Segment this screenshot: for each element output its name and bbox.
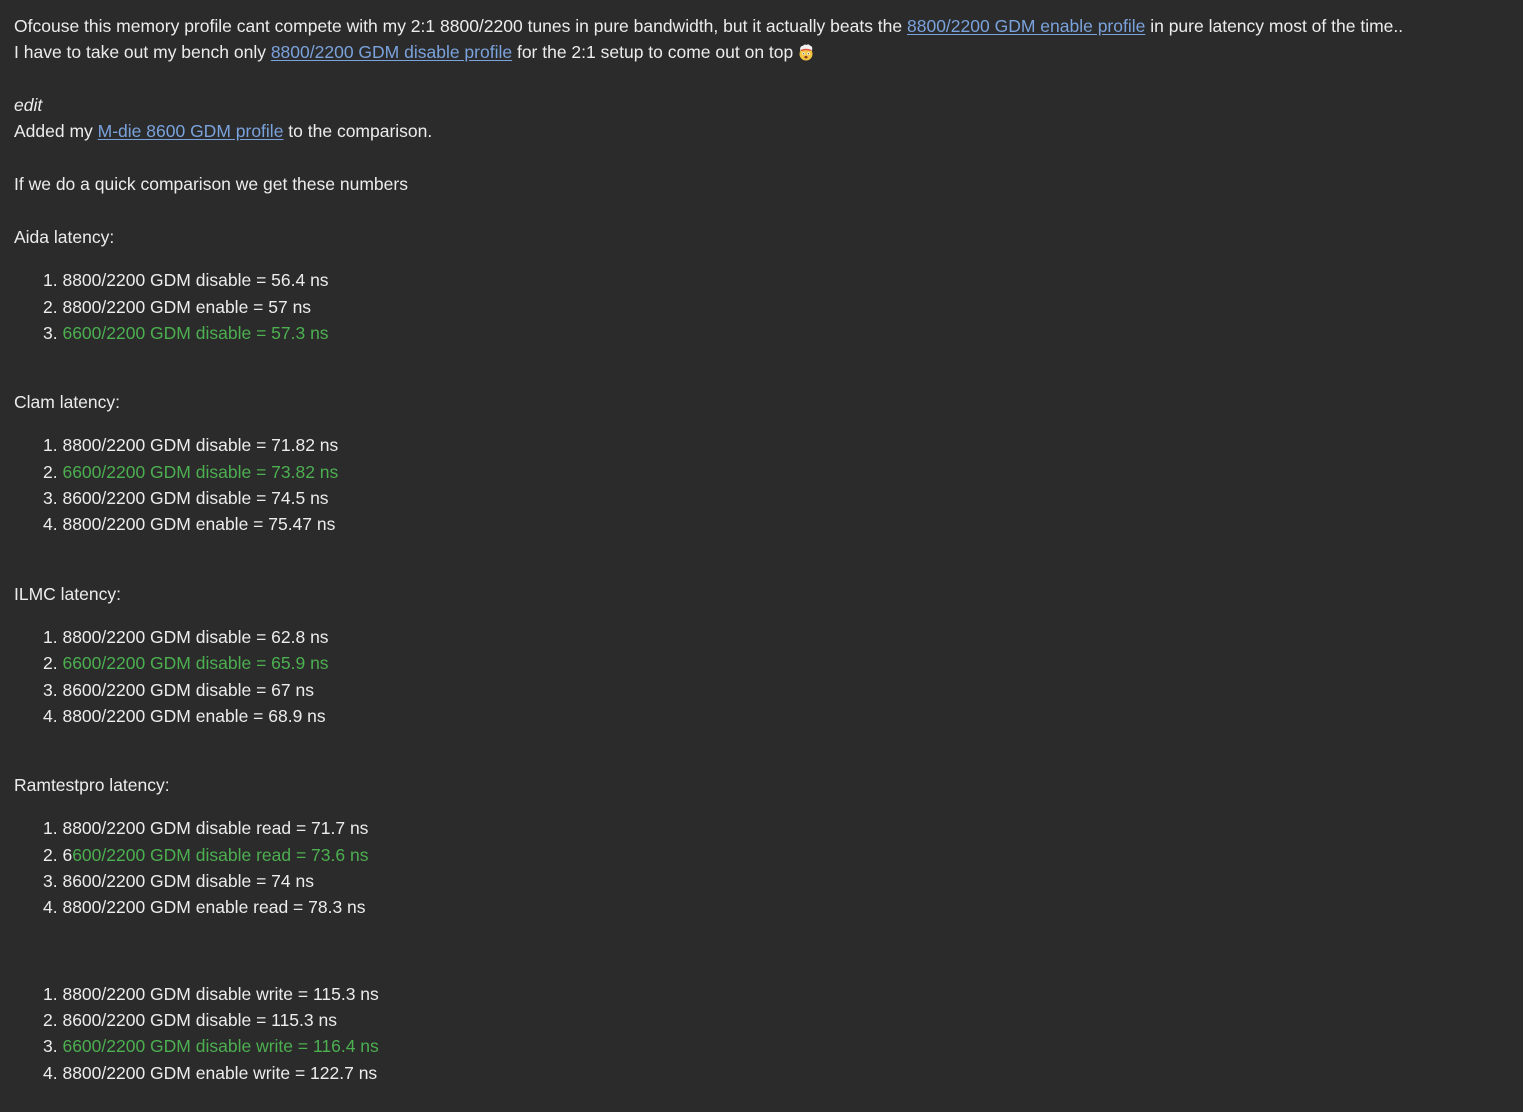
result-number: 3. <box>43 322 63 343</box>
result-number: 2. <box>43 844 63 865</box>
aida-section: Aida latency: 1. 8800/2200 GDM disable =… <box>14 224 1509 346</box>
result-number: 1. <box>43 983 63 1004</box>
exploding-head-icon <box>797 42 815 61</box>
result-number: 3. <box>43 679 63 700</box>
result-item: 2. 6600/2200 GDM disable = 73.82 ns <box>43 459 1509 485</box>
result-number: 1. <box>43 435 63 456</box>
result-highlight: 6600/2200 GDM disable = 65.9 ns <box>62 653 329 674</box>
result-item: 1. 8800/2200 GDM disable = 56.4 ns <box>43 267 1509 293</box>
intro-text: in pure latency most of the time.. <box>1145 16 1404 36</box>
result-text: 8800/2200 GDM enable = 75.47 ns <box>62 514 336 535</box>
ilmc-results-list: 1. 8800/2200 GDM disable = 62.8 ns 2. 660… <box>14 624 1509 729</box>
ilmc-section: ILMC latency: 1. 8800/2200 GDM disable =… <box>14 581 1509 729</box>
ramtest-heading: Ramtestpro latency: <box>14 775 170 796</box>
result-number: 4. <box>43 514 63 535</box>
result-highlight: 6600/2200 GDM disable write = 116.4 ns <box>62 1036 379 1057</box>
gdm-disable-profile-link[interactable]: 8800/2200 GDM disable profile <box>271 42 512 62</box>
result-number: 2. <box>43 296 63 317</box>
clam-section: Clam latency: 1. 8800/2200 GDM disable =… <box>14 389 1509 537</box>
result-number: 3. <box>43 871 63 892</box>
intro-line-1: Ofcouse this memory profile cant compete… <box>14 13 1509 39</box>
result-item: 1. 8800/2200 GDM disable = 62.8 ns <box>43 624 1509 650</box>
edit-text: Added my <box>14 121 98 142</box>
result-item: 2. 8800/2200 GDM enable = 57 ns <box>43 294 1509 320</box>
result-text: 8800/2200 GDM disable = 56.4 ns <box>62 270 329 291</box>
result-number: 4. <box>43 1062 63 1083</box>
result-item: 3. 8600/2200 GDM disable = 67 ns <box>43 677 1509 703</box>
ramtest-write-results-list: 1. 8800/2200 GDM disable write = 115.3 n… <box>14 981 1509 1086</box>
result-number: 2. <box>43 653 63 674</box>
result-item: 3. 6600/2200 GDM disable write = 116.4 n… <box>43 1033 1509 1059</box>
ramtest-read-results-list: 1. 8800/2200 GDM disable read = 71.7 ns 2… <box>14 815 1509 920</box>
result-text: 8600/2200 GDM disable = 74.5 ns <box>62 488 329 509</box>
result-number: 4. <box>43 705 63 726</box>
result-item: 2. 6600/2200 GDM disable read = 73.6 ns <box>43 842 1509 868</box>
aida-heading: Aida latency: <box>14 226 115 247</box>
result-number: 2. <box>43 461 63 482</box>
result-number: 1. <box>43 818 63 839</box>
intro-text: Ofcouse this memory profile cant compete… <box>14 16 907 36</box>
result-item: 4. 8800/2200 GDM enable = 75.47 ns <box>43 511 1509 537</box>
result-text: 8800/2200 GDM enable = 68.9 ns <box>62 705 326 726</box>
result-item: 1. 8800/2200 GDM disable read = 71.7 ns <box>43 815 1509 841</box>
result-number: 2. <box>43 1009 63 1030</box>
result-text: 8800/2200 GDM disable write = 115.3 ns <box>62 983 379 1004</box>
result-item: 4. 8800/2200 GDM enable write = 122.7 ns <box>43 1060 1509 1086</box>
result-highlight: 6600/2200 GDM disable = 73.82 ns <box>62 461 339 482</box>
result-item: 2. 8600/2200 GDM disable = 115.3 ns <box>43 1007 1509 1033</box>
edit-label: edit <box>14 95 43 116</box>
result-number: 3. <box>43 1036 63 1057</box>
result-prefix: 6 <box>62 844 73 865</box>
intro-text: for the 2:1 setup to come out on top <box>512 42 794 63</box>
result-number: 4. <box>43 897 63 918</box>
edit-text: to the comparison. <box>283 121 433 142</box>
result-text: 8600/2200 GDM disable = 67 ns <box>62 679 314 700</box>
result-text: 8800/2200 GDM disable = 62.8 ns <box>62 626 329 647</box>
result-item: 2. 6600/2200 GDM disable = 65.9 ns <box>43 650 1509 676</box>
intro-text: I have to take out my bench only <box>14 42 271 63</box>
ramtest-write-section: 1. 8800/2200 GDM disable write = 115.3 n… <box>14 981 1509 1086</box>
intro-line-2: I have to take out my bench only 8800/22… <box>14 39 1509 65</box>
result-text: 8800/2200 GDM enable = 57 ns <box>62 296 312 317</box>
result-number: 3. <box>43 488 63 509</box>
summary-text: If we do a quick comparison we get these… <box>14 174 408 195</box>
clam-heading: Clam latency: <box>14 392 121 413</box>
result-text: 8800/2200 GDM enable write = 122.7 ns <box>62 1062 378 1083</box>
result-item: 4. 8800/2200 GDM enable read = 78.3 ns <box>43 894 1509 920</box>
m-die-profile-link[interactable]: M-die 8600 GDM profile <box>98 121 284 141</box>
result-item: 4. 8800/2200 GDM enable = 68.9 ns <box>43 703 1509 729</box>
aida-results-list: 1. 8800/2200 GDM disable = 56.4 ns 2. 880… <box>14 267 1509 346</box>
result-item: 3. 8600/2200 GDM disable = 74 ns <box>43 868 1509 894</box>
result-item: 3. 6600/2200 GDM disable = 57.3 ns <box>43 320 1509 346</box>
result-number: 1. <box>43 626 63 647</box>
edit-note: Added my M-die 8600 GDM profile to the c… <box>14 118 1509 144</box>
result-highlight: 600/2200 GDM disable read = 73.6 ns <box>72 844 369 865</box>
result-text: 8800/2200 GDM disable = 71.82 ns <box>62 435 339 456</box>
post-body: Ofcouse this memory profile cant compete… <box>0 0 1523 1086</box>
result-item: 1. 8800/2200 GDM disable = 71.82 ns <box>43 432 1509 458</box>
result-text: 8800/2200 GDM disable read = 71.7 ns <box>62 818 369 839</box>
result-highlight: 6600/2200 GDM disable = 57.3 ns <box>62 322 329 343</box>
ramtest-section: Ramtestpro latency: 1. 8800/2200 GDM dis… <box>14 772 1509 920</box>
result-text: 8800/2200 GDM enable read = 78.3 ns <box>62 897 366 918</box>
result-item: 3. 8600/2200 GDM disable = 74.5 ns <box>43 485 1509 511</box>
result-text: 8600/2200 GDM disable = 74 ns <box>62 871 314 892</box>
gdm-enable-profile-link[interactable]: 8800/2200 GDM enable profile <box>907 16 1145 36</box>
result-text: 8600/2200 GDM disable = 115.3 ns <box>62 1009 337 1030</box>
clam-results-list: 1. 8800/2200 GDM disable = 71.82 ns 2. 66… <box>14 432 1509 537</box>
result-item: 1. 8800/2200 GDM disable write = 115.3 n… <box>43 981 1509 1007</box>
result-number: 1. <box>43 270 63 291</box>
ilmc-heading: ILMC latency: <box>14 583 121 604</box>
